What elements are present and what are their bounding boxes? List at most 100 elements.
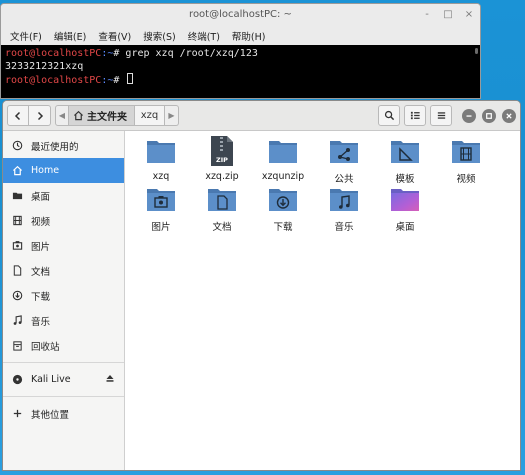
file-manager-headerbar[interactable]: ◀ 主文件夹 xzq ▶: [3, 101, 520, 131]
sidebar-item-label: 下载: [31, 291, 51, 303]
sidebar-item-home[interactable]: Home: [3, 158, 124, 183]
file-item[interactable]: 文档: [192, 181, 252, 241]
sidebar-item-label: 图片: [31, 241, 51, 253]
terminal-window: root@localhostPC: ~ - □ × 文件(F) 编辑(E) 查看…: [0, 3, 481, 99]
sidebar-item-label: Home: [31, 165, 60, 176]
prompt-path: :~: [101, 75, 114, 86]
menu-search[interactable]: 搜索(S): [143, 29, 175, 43]
forward-button[interactable]: [29, 105, 51, 126]
sidebar-item-label: 文档: [31, 266, 51, 278]
hamburger-menu-icon: [437, 112, 445, 119]
menu-file[interactable]: 文件(F): [10, 29, 42, 43]
view-options-button[interactable]: [404, 105, 426, 126]
clock-icon: [12, 140, 23, 151]
prompt-path: :~: [101, 48, 114, 59]
sidebar-separator: [3, 396, 124, 397]
menu-button[interactable]: [430, 105, 452, 126]
film-icon: [13, 215, 22, 226]
disc-icon: [12, 374, 23, 385]
terminal-titlebar[interactable]: root@localhostPC: ~ - □ ×: [1, 4, 480, 26]
menu-terminal[interactable]: 终端(T): [188, 29, 220, 43]
terminal-title: root@localhostPC: ~: [189, 9, 292, 20]
window-minimize-button[interactable]: [462, 108, 476, 123]
file-name: 下载: [273, 222, 293, 233]
file-name: 桌面: [395, 222, 415, 233]
sidebar-item-trash[interactable]: 回收站: [3, 333, 124, 358]
sidebar-item-downloads[interactable]: 下载: [3, 283, 124, 308]
image-icon: [12, 241, 23, 250]
zip-badge: ZIP: [216, 156, 228, 164]
downloads-folder-icon: [269, 189, 297, 211]
path-bar: ◀ 主文件夹 xzq ▶: [55, 105, 179, 126]
sidebar-item-documents[interactable]: 文档: [3, 258, 124, 283]
file-item[interactable]: 下载: [253, 181, 313, 241]
terminal-menubar: 文件(F) 编辑(E) 查看(V) 搜索(S) 终端(T) 帮助(H): [1, 26, 480, 45]
document-icon: [13, 265, 22, 276]
sidebar-separator: [3, 362, 124, 363]
minimize-button[interactable]: -: [422, 4, 432, 26]
search-button[interactable]: [378, 105, 400, 126]
documents-folder-icon: [208, 189, 236, 211]
sidebar-item-label: 桌面: [31, 191, 51, 203]
file-name: 音乐: [334, 222, 354, 233]
folder-icon: [147, 141, 175, 163]
terminal-output[interactable]: root@localhostPC:~# grep xzq /root/xzq/1…: [1, 45, 480, 98]
menu-help[interactable]: 帮助(H): [232, 29, 266, 43]
sidebar: 最近使用的 Home 桌面 视频 图片 文档 下载 音乐 回收站 Kali Li…: [3, 131, 125, 470]
menu-view[interactable]: 查看(V): [98, 29, 131, 43]
list-view-icon: [410, 111, 420, 120]
file-item[interactable]: 音乐: [314, 181, 374, 241]
sidebar-item-label: 其他位置: [31, 409, 70, 421]
chevron-right-icon: [37, 111, 43, 120]
file-name: 视频: [456, 174, 476, 185]
maximize-button[interactable]: □: [443, 4, 453, 26]
download-icon: [12, 290, 23, 301]
path-current-button[interactable]: xzq: [135, 105, 165, 126]
close-button[interactable]: ×: [464, 4, 474, 26]
file-manager-window: ◀ 主文件夹 xzq ▶ 最近使用的 Home 桌面 视频 图片 文档 下载 音…: [2, 100, 521, 471]
share-folder-icon: [330, 141, 358, 163]
eject-icon: [106, 375, 114, 382]
prompt-user: root@localhostPC: [5, 75, 102, 86]
terminal-line: 3233212321xzq: [5, 60, 476, 73]
file-item[interactable]: 图片: [131, 181, 191, 241]
sidebar-item-label: Kali Live: [31, 374, 71, 385]
sidebar-item-label: 最近使用的: [31, 141, 79, 153]
path-scroll-left[interactable]: ◀: [55, 105, 69, 126]
path-home-label: 主文件夹: [87, 112, 127, 123]
file-item[interactable]: 视频: [436, 133, 496, 193]
terminal-scrollbar[interactable]: [475, 48, 478, 54]
pictures-folder-icon: [147, 189, 175, 211]
close-icon: [506, 112, 512, 119]
sidebar-item-recent[interactable]: 最近使用的: [3, 133, 124, 158]
sidebar-item-label: 音乐: [31, 316, 51, 328]
window-close-button[interactable]: [502, 108, 516, 123]
zip-archive-icon: ZIP: [211, 136, 233, 166]
file-item[interactable]: 桌面: [375, 181, 435, 241]
desktop-icon: [12, 192, 23, 200]
chevron-left-icon: [14, 111, 21, 120]
window-maximize-button[interactable]: [482, 108, 496, 123]
file-view[interactable]: xzq ZIP xzq.zip xzqunzip 公共 模板 视频 图片 文档 …: [126, 131, 520, 470]
minimize-icon: [466, 114, 472, 117]
sidebar-item-kali-live[interactable]: Kali Live: [3, 367, 124, 392]
eject-button[interactable]: [105, 373, 115, 386]
path-scroll-right[interactable]: ▶: [165, 105, 179, 126]
desktop-folder-icon: [391, 189, 419, 211]
sidebar-item-other-locations[interactable]: 其他位置: [3, 401, 124, 426]
file-name: 图片: [151, 222, 171, 233]
music-icon: [13, 315, 22, 325]
sidebar-item-pictures[interactable]: 图片: [3, 233, 124, 258]
plus-icon: [13, 409, 22, 418]
sidebar-item-videos[interactable]: 视频: [3, 208, 124, 233]
text-cursor: [127, 73, 134, 84]
path-home-button[interactable]: 主文件夹: [69, 105, 135, 126]
menu-edit[interactable]: 编辑(E): [54, 29, 86, 43]
command-output: 3233212321xzq: [5, 61, 84, 72]
back-button[interactable]: [7, 105, 29, 126]
sidebar-item-music[interactable]: 音乐: [3, 308, 124, 333]
trash-icon: [13, 341, 22, 351]
sidebar-item-desktop[interactable]: 桌面: [3, 183, 124, 208]
prompt-symbol: #: [113, 48, 126, 59]
terminal-line: root@localhostPC:~#: [5, 73, 476, 87]
